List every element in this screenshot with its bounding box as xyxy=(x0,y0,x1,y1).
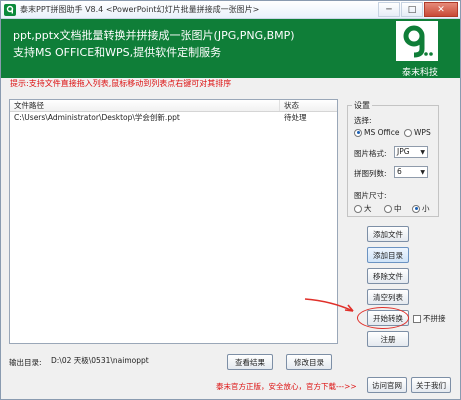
brand-name: 泰末科技 xyxy=(401,68,438,78)
file-list-table[interactable]: 文件路径 状态 C:\Users\Administrator\Desktop\学… xyxy=(9,99,338,344)
radio-ms-office[interactable]: MS Office xyxy=(354,128,400,137)
add-file-button[interactable]: 添加文件 xyxy=(367,226,409,242)
app-window: 泰末PPT拼图助手 V8.4 <PowerPoint幻灯片批量拼接成一张图片> … xyxy=(0,0,461,400)
radio-size-medium[interactable]: 中 xyxy=(384,203,402,214)
columns-label: 拼图列数: xyxy=(354,169,387,178)
hint-text: 提示:支持文件直接拖入列表,鼠标移动到列表点右键可对其排序 xyxy=(10,79,232,88)
radio-dot xyxy=(412,204,420,213)
radio-label: MS Office xyxy=(364,128,400,137)
remove-file-button[interactable]: 移除文件 xyxy=(367,268,409,284)
columns-value: 6 xyxy=(397,167,402,176)
checkbox-box xyxy=(413,314,421,323)
table-row[interactable]: C:\Users\Administrator\Desktop\学会创新.ppt … xyxy=(10,112,337,124)
table-header: 文件路径 状态 xyxy=(10,100,337,112)
columns-select[interactable]: 6 ▼ xyxy=(394,166,428,178)
footer-notice: 泰末官方正版，安全放心，官方下载--->> xyxy=(216,381,357,392)
radio-label: 中 xyxy=(394,204,402,213)
size-label: 图片尺寸: xyxy=(354,191,387,200)
window-controls: ─ □ ✕ xyxy=(378,2,458,17)
format-label: 图片格式: xyxy=(354,149,387,158)
radio-wps[interactable]: WPS xyxy=(404,128,431,137)
annotation-highlight xyxy=(357,307,409,329)
footer-text: 泰末官方正版，安全放心，官方下载 xyxy=(216,382,336,391)
radio-label: 大 xyxy=(364,204,372,213)
footer-arrows: --->> xyxy=(336,382,357,391)
radio-dot xyxy=(354,204,362,213)
banner-line-2: 支持MS OFFICE和WPS,提供软件定制服务 xyxy=(13,46,222,59)
chevron-down-icon: ▼ xyxy=(420,149,425,156)
radio-label: 小 xyxy=(422,204,430,213)
chevron-down-icon: ▼ xyxy=(420,169,425,176)
radio-dot xyxy=(384,204,392,213)
title-bar: 泰末PPT拼图助手 V8.4 <PowerPoint幻灯片批量拼接成一张图片> … xyxy=(1,1,460,19)
change-dir-button[interactable]: 修改目录 xyxy=(286,354,332,370)
header-banner: ppt,pptx文档批量转换并拼接成一张图片(JPG,PNG,BMP) 支持MS… xyxy=(1,19,460,78)
checkbox-label: 不拼接 xyxy=(423,314,446,323)
banner-line-1: ppt,pptx文档批量转换并拼接成一张图片(JPG,PNG,BMP) xyxy=(13,29,295,42)
annotation-arrow-icon xyxy=(304,298,354,312)
radio-label: WPS xyxy=(414,128,431,137)
column-header-status[interactable]: 状态 xyxy=(280,100,337,111)
engine-label: 选择: xyxy=(354,116,372,125)
visit-site-button[interactable]: 访问官网 xyxy=(367,377,407,393)
settings-legend: 设置 xyxy=(352,100,372,111)
settings-group: 设置 选择: MS Office WPS 图片格式: JPG ▼ 拼图列数: 6… xyxy=(347,100,439,217)
register-button[interactable]: 注册 xyxy=(367,331,409,347)
radio-dot xyxy=(404,128,412,137)
view-result-button[interactable]: 查看结果 xyxy=(227,354,273,370)
clear-list-button[interactable]: 清空列表 xyxy=(367,289,409,305)
radio-size-large[interactable]: 大 xyxy=(354,203,372,214)
format-select[interactable]: JPG ▼ xyxy=(394,146,428,158)
format-value: JPG xyxy=(397,147,410,156)
file-path-cell: C:\Users\Administrator\Desktop\学会创新.ppt xyxy=(14,113,180,122)
radio-dot xyxy=(354,128,362,137)
output-dir-path: D:\02 天极\0531\naimoppt xyxy=(51,356,149,365)
column-header-path[interactable]: 文件路径 xyxy=(10,100,280,111)
about-button[interactable]: 关于我们 xyxy=(411,377,451,393)
file-status-cell: 待处理 xyxy=(284,113,307,122)
add-folder-button[interactable]: 添加目录 xyxy=(367,247,409,263)
no-stitch-checkbox[interactable]: 不拼接 xyxy=(413,313,446,324)
minimize-button[interactable]: ─ xyxy=(378,2,400,17)
app-logo-icon xyxy=(4,3,16,16)
radio-size-small[interactable]: 小 xyxy=(412,203,430,214)
output-dir-label: 输出目录: xyxy=(9,358,42,367)
brand-logo xyxy=(394,19,440,63)
window-title: 泰末PPT拼图助手 V8.4 <PowerPoint幻灯片批量拼接成一张图片> xyxy=(20,5,260,14)
close-button[interactable]: ✕ xyxy=(424,2,458,17)
maximize-button[interactable]: □ xyxy=(401,2,423,17)
